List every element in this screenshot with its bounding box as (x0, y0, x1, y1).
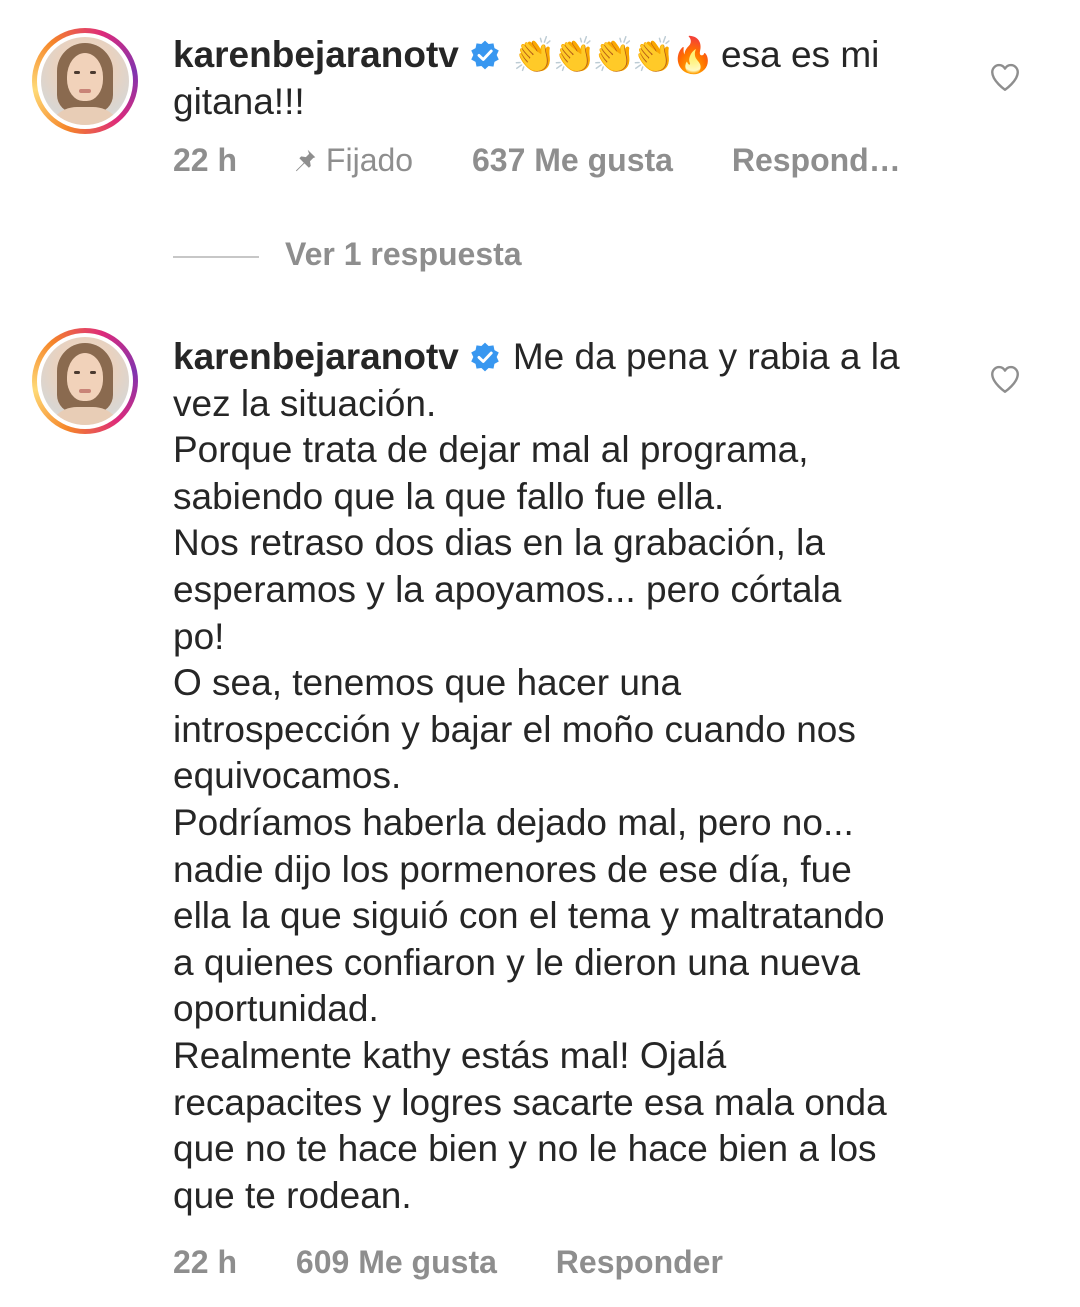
reply-button[interactable]: Responder (556, 1244, 723, 1281)
username[interactable]: karenbejaranotv (173, 34, 459, 75)
pinned-label: Fijado (325, 142, 414, 178)
avatar-shoulders (47, 407, 123, 425)
comment-time: 22 h (173, 1244, 238, 1280)
reply-button[interactable]: Respond… (732, 142, 901, 179)
view-replies-label: Ver 1 respuesta (285, 236, 522, 272)
avatar-lips (79, 89, 91, 93)
comment-text: Me da pena y rabia a la vez la situación… (173, 336, 900, 1216)
like-count[interactable]: 637 Me gusta (472, 142, 673, 179)
avatar-eye (74, 71, 80, 74)
comment-meta: 22 h 609 Me gusta Responder (173, 1244, 723, 1281)
avatar[interactable] (32, 328, 138, 434)
comment-1: karenbejaranotv 👏👏👏👏🔥 esa es mi gitana!!!… (0, 0, 1080, 300)
avatar-face (67, 353, 103, 401)
comment-body: karenbejaranotv 👏👏👏👏🔥 esa es mi gitana!!! (173, 32, 963, 125)
replies-divider (173, 256, 259, 258)
pin-icon (295, 149, 316, 172)
avatar-photo (41, 37, 129, 125)
emoji-group: 👏👏👏👏🔥 (512, 36, 715, 75)
like-count[interactable]: 609 Me gusta (296, 1244, 497, 1281)
avatar-inner (37, 333, 133, 429)
heart-outline-icon[interactable] (987, 362, 1023, 396)
verified-badge-icon (471, 342, 499, 372)
username[interactable]: karenbejaranotv (173, 336, 459, 377)
comment-2: karenbejaranotv Me da pena y rabia a la v… (0, 300, 1080, 1307)
avatar-eye (90, 371, 96, 374)
avatar-lips (79, 389, 91, 393)
avatar-inner (37, 33, 133, 129)
heart-outline-icon[interactable] (987, 60, 1023, 94)
avatar-photo (41, 337, 129, 425)
comment-meta: 22 h Fijado 637 Me gusta Respond… (173, 142, 901, 179)
avatar-shoulders (47, 107, 123, 125)
avatar-eye (90, 71, 96, 74)
comment-body: karenbejaranotv Me da pena y rabia a la v… (173, 334, 963, 1219)
avatar[interactable] (32, 28, 138, 134)
avatar-eye (74, 371, 80, 374)
verified-badge-icon (471, 40, 499, 70)
avatar-face (67, 53, 103, 101)
pinned-indicator: Fijado (292, 142, 413, 179)
comment-time: 22 h (173, 142, 238, 178)
